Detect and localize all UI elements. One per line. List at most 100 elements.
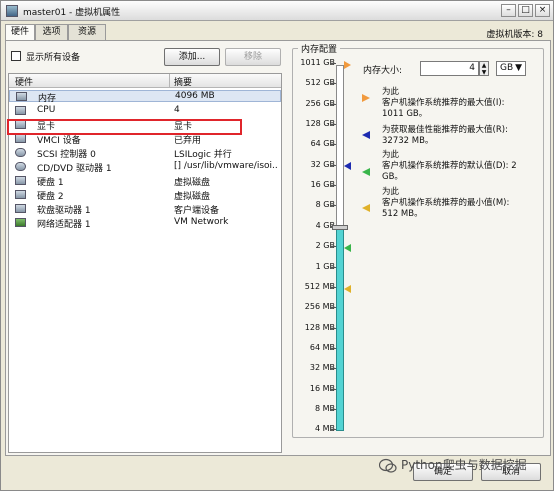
add-button[interactable]: 添加... — [164, 48, 220, 66]
tab-hardware[interactable]: 硬件 — [5, 24, 35, 41]
scale-label: 64 MB — [309, 342, 335, 352]
vmci-icon — [15, 134, 26, 143]
hw-summary: 虚拟磁盘 — [174, 192, 211, 202]
default-marker — [344, 244, 351, 252]
hw-summary: [] /usr/lib/vmware/isoi... — [174, 161, 278, 171]
scale-label: 128 MB — [304, 322, 335, 332]
default-legend: 为此 客户机操作系统推荐的默认值(D): 2 GB。 — [382, 150, 517, 183]
min-legend: 为此 客户机操作系统推荐的最小值(M): 512 MB。 — [382, 187, 509, 220]
default-legend-icon — [362, 168, 370, 176]
watermark: Python爬虫与数据挖掘 — [379, 454, 554, 488]
memory-icon — [16, 92, 27, 101]
vm-version: 虚拟机版本: 8 — [486, 30, 543, 40]
memory-slider-track[interactable] — [336, 65, 344, 227]
close-button[interactable]: × — [535, 4, 550, 17]
memory-size-input[interactable]: 4 — [420, 61, 479, 76]
hard-disk-icon — [15, 176, 26, 185]
scale-label: 2 GB — [315, 241, 335, 251]
scale-label: 64 GB — [310, 139, 335, 149]
wechat-icon — [379, 458, 397, 473]
show-all-devices-checkbox[interactable] — [11, 51, 21, 61]
watermark-text: Python爬虫与数据挖掘 — [401, 458, 527, 472]
hw-row-scsi[interactable]: SCSI 控制器 0 LSILogic 并行 — [9, 147, 281, 160]
scale-label: 4 GB — [315, 220, 335, 230]
scale-label: 128 GB — [305, 119, 336, 129]
scsi-controller-icon — [15, 148, 26, 157]
col-hardware[interactable]: 硬件 — [15, 75, 33, 88]
hw-row-network[interactable]: 网络适配器 1 VM Network — [9, 217, 281, 230]
scale-label: 32 GB — [310, 159, 335, 169]
legend-line: 为获取最佳性能推荐的最大值(R): — [382, 125, 508, 135]
max-legend: 为此 客户机操作系统推荐的最大值(I): 1011 GB。 — [382, 87, 505, 120]
highlight-box — [7, 119, 242, 135]
hw-summary: 4 — [174, 105, 180, 115]
best-legend-icon — [362, 131, 370, 139]
hw-row-memory[interactable]: 内存 4096 MB — [9, 90, 281, 104]
hw-summary: 4096 MB — [175, 91, 215, 101]
hw-name: CPU — [37, 105, 56, 115]
floppy-icon — [15, 204, 26, 213]
hw-name: 内存 — [38, 94, 57, 104]
hw-row-cdrom[interactable]: CD/DVD 驱动器 1 [] /usr/lib/vmware/isoi... — [9, 161, 281, 174]
legend-line: 为此 — [382, 87, 400, 97]
min-legend-icon — [362, 204, 370, 212]
hw-summary: LSILogic 并行 — [174, 150, 232, 160]
memory-slider-fill[interactable] — [336, 227, 344, 431]
scale-label: 1 GB — [315, 261, 335, 271]
min-recommended-marker — [344, 285, 351, 293]
scale-label: 32 MB — [309, 363, 335, 373]
best-performance-marker — [344, 162, 351, 170]
max-legend-icon — [362, 94, 370, 102]
cpu-icon — [15, 106, 26, 115]
memory-unit-select[interactable]: GB ▼ — [496, 61, 526, 76]
minimize-button[interactable]: – — [501, 4, 516, 17]
vm-properties-window: master01 - 虚拟机属性 – □ × 硬件 选项 资源 虚拟机版本: 8… — [0, 0, 554, 491]
scale-label: 256 MB — [304, 302, 335, 312]
legend-line: GB。 — [382, 172, 403, 182]
hw-name: CD/DVD 驱动器 1 — [37, 164, 112, 174]
show-all-devices-label: 显示所有设备 — [26, 53, 81, 63]
hw-name: SCSI 控制器 0 — [37, 150, 96, 160]
legend-line: 客户机操作系统推荐的最小值(M): — [382, 198, 510, 208]
hw-summary: 客户端设备 — [174, 206, 220, 216]
tab-resources[interactable]: 资源 — [68, 24, 106, 40]
memory-config-title: 内存配置 — [298, 42, 341, 55]
hw-row-disk1[interactable]: 硬盘 1 虚拟磁盘 — [9, 175, 281, 188]
remove-button[interactable]: 移除 — [225, 48, 281, 66]
legend-line: 512 MB。 — [382, 209, 423, 219]
scale-label: 512 GB — [305, 78, 336, 88]
hw-name: 硬盘 1 — [37, 178, 64, 188]
hw-summary: 虚拟磁盘 — [174, 178, 211, 188]
hard-disk-icon — [15, 190, 26, 199]
tab-options[interactable]: 选项 — [35, 24, 68, 40]
scale-label: 512 MB — [304, 281, 335, 291]
title-bar: master01 - 虚拟机属性 – □ × — [1, 1, 553, 21]
legend-line: 1011 GB。 — [382, 109, 428, 119]
scale-tick — [331, 63, 336, 64]
scale-label: 1011 GB — [300, 58, 335, 67]
legend-line: 32732 MB。 — [382, 136, 434, 146]
memory-unit-value: GB — [500, 63, 514, 73]
scale-label: 16 MB — [309, 383, 335, 393]
hw-summary: VM Network — [174, 217, 229, 227]
legend-line: 客户机操作系统推荐的最大值(I): — [382, 98, 505, 108]
memory-size-spinner[interactable]: ▲ ▼ — [479, 61, 489, 76]
scale-label: 256 GB — [305, 98, 336, 108]
hw-row-disk2[interactable]: 硬盘 2 虚拟磁盘 — [9, 189, 281, 202]
best-legend: 为获取最佳性能推荐的最大值(R): 32732 MB。 — [382, 125, 508, 147]
legend-line: 为此 — [382, 150, 400, 160]
max-recommended-marker — [344, 61, 351, 69]
col-summary[interactable]: 摘要 — [174, 75, 192, 88]
legend-line: 为此 — [382, 187, 400, 197]
memory-size-label: 内存大小: — [363, 66, 403, 76]
legend-line: 客户机操作系统推荐的默认值(D): 2 — [382, 161, 517, 171]
maximize-button[interactable]: □ — [518, 4, 533, 17]
hw-name: 网络适配器 1 — [37, 220, 91, 230]
cd-dvd-icon — [15, 162, 26, 171]
hw-row-cpu[interactable]: CPU 4 — [9, 105, 281, 117]
scale-label: 8 MB — [314, 403, 335, 413]
hw-row-floppy[interactable]: 软盘驱动器 1 客户端设备 — [9, 203, 281, 216]
network-adapter-icon — [15, 218, 26, 227]
memory-slider-thumb[interactable] — [332, 225, 348, 230]
window-title: master01 - 虚拟机属性 — [23, 8, 121, 18]
